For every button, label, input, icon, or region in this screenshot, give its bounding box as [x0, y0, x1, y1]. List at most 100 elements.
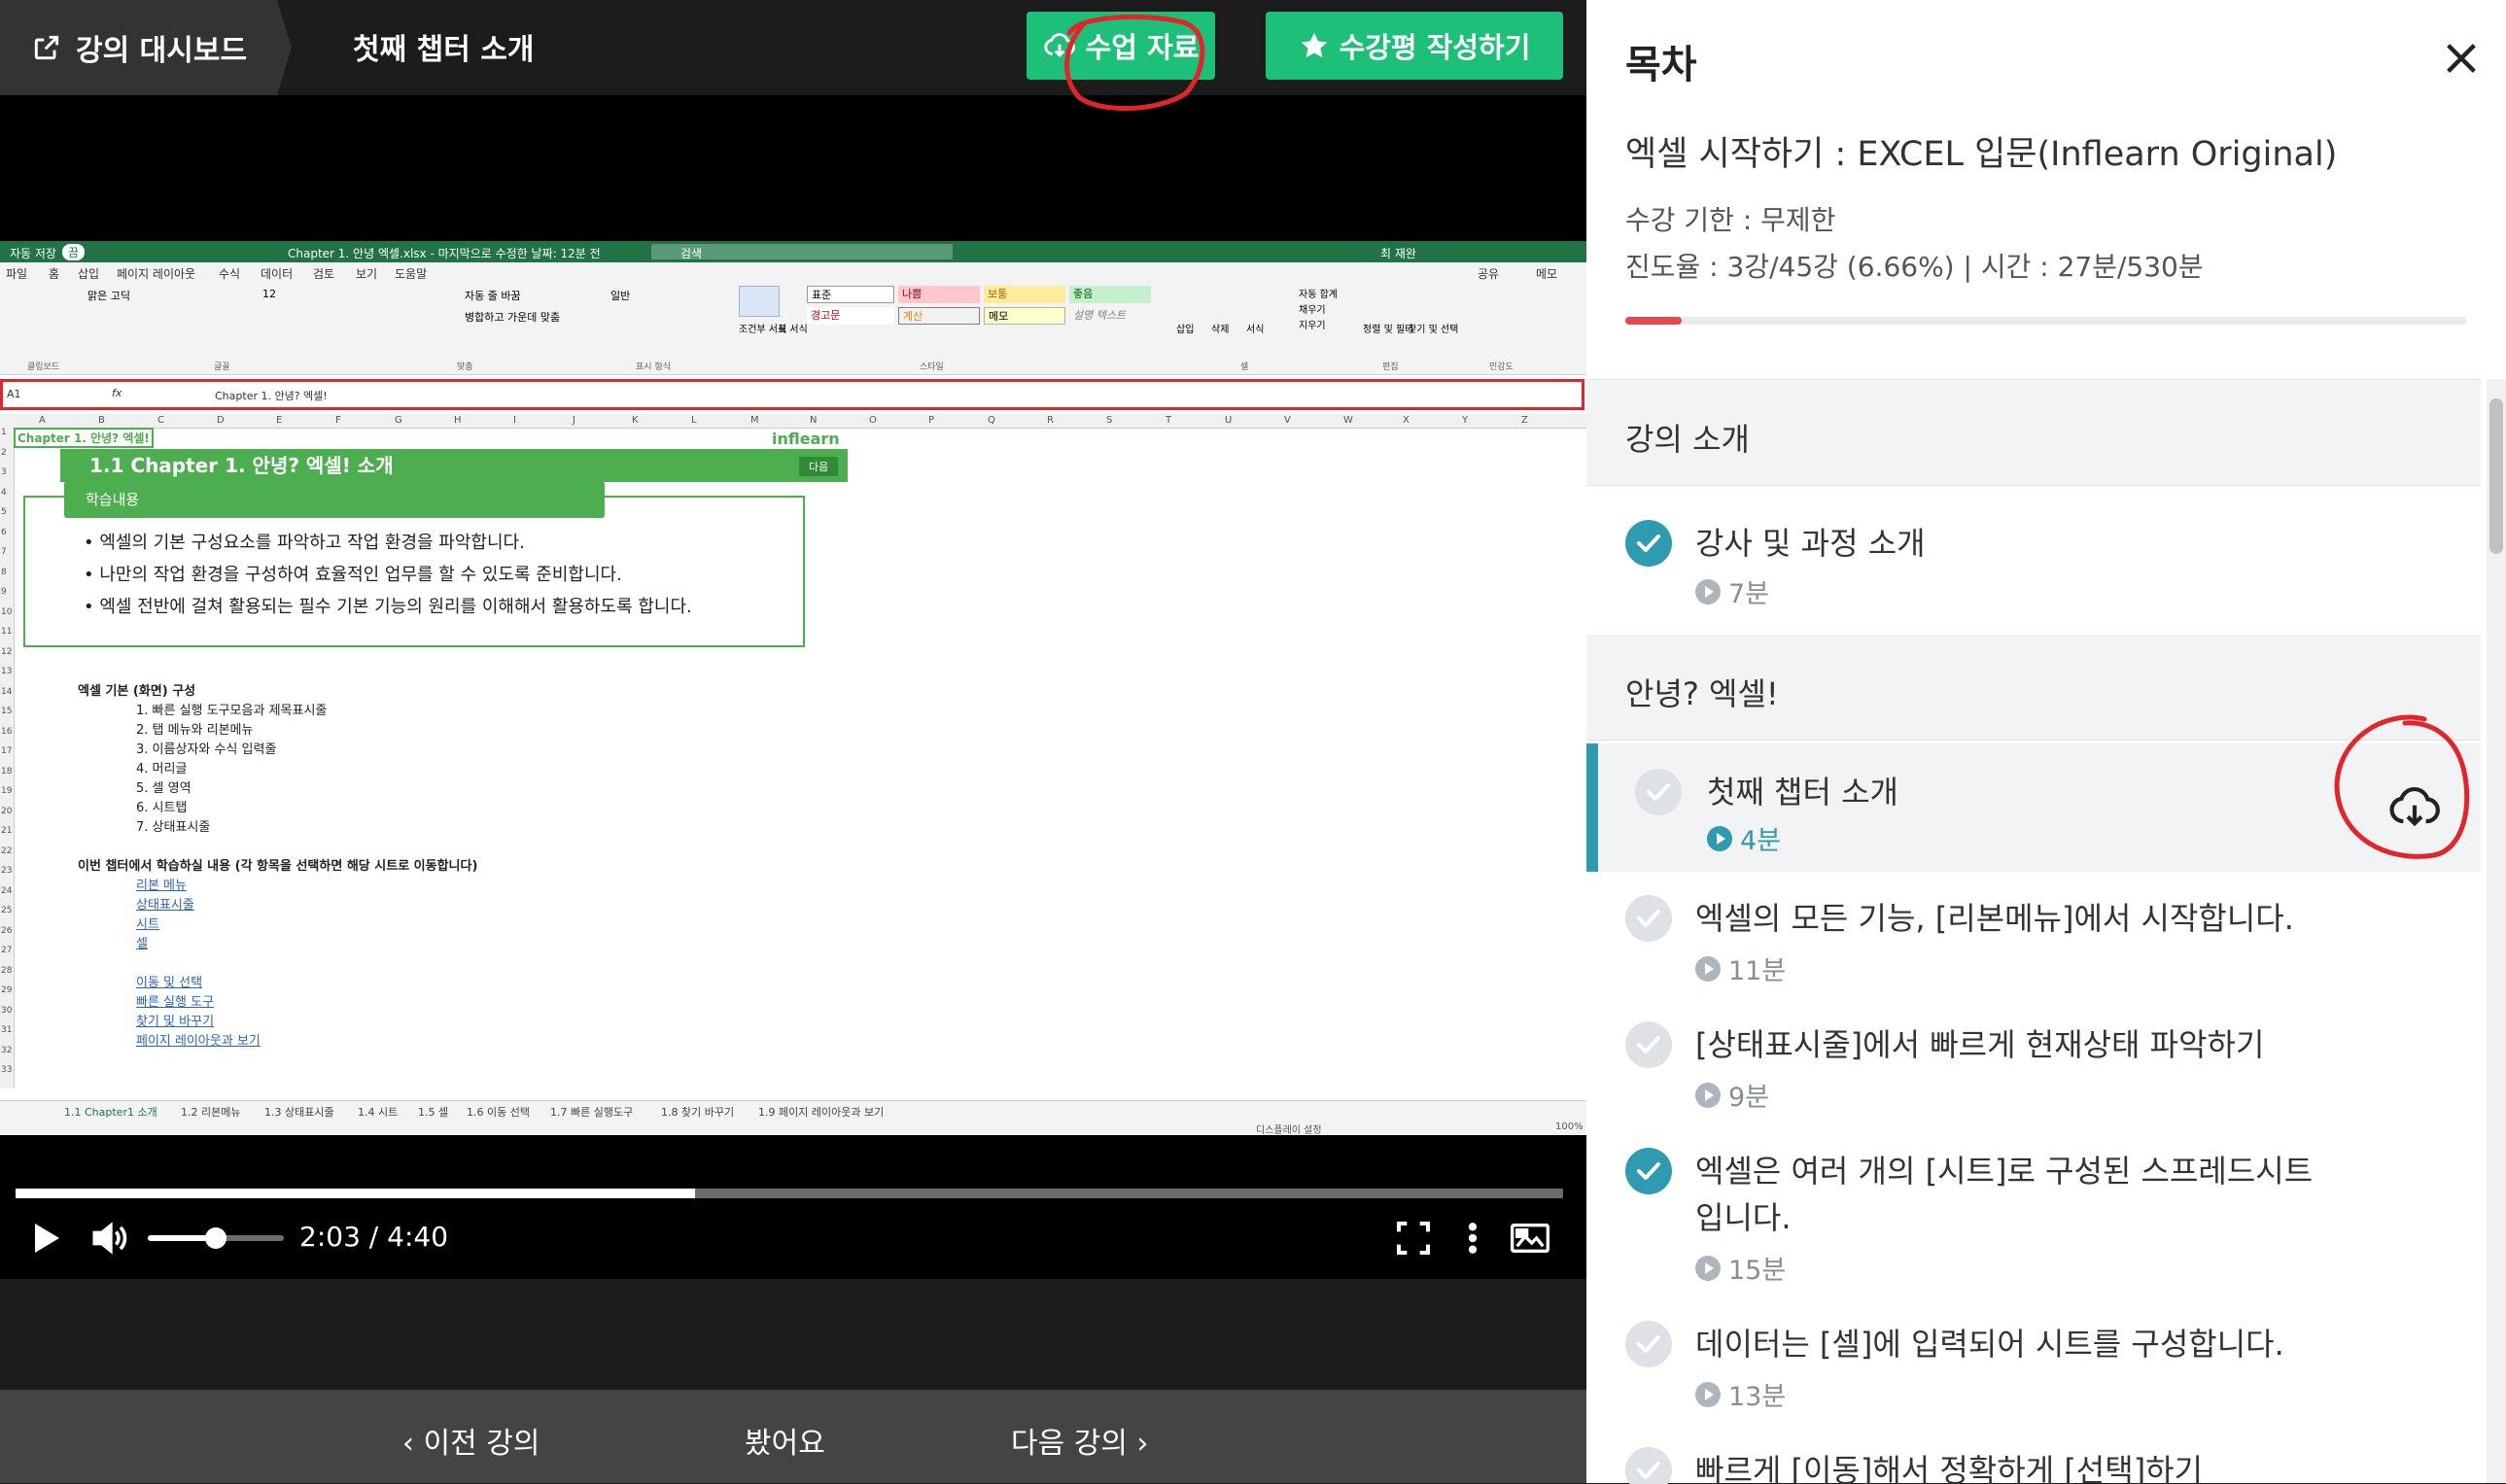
- ribbon-number-format: 일반: [610, 290, 631, 302]
- lecture-item[interactable]: 엑셀은 여러 개의 [시트]로 구성된 스프레드시트 입니다. 15분: [1586, 1124, 2481, 1297]
- dashboard-link[interactable]: 강의 대시보드: [0, 0, 292, 95]
- video-frame[interactable]: 자동 저장 끔 Chapter 1. 안녕 엑셀.xlsx - 마지막으로 수정…: [0, 95, 1586, 1279]
- excel-row-header: 7: [1, 547, 7, 557]
- panel-scrollbar[interactable]: [2487, 379, 2506, 1483]
- excel-column-header: R: [1047, 415, 1054, 426]
- ribbon-sort: 정렬 및 필터: [1363, 325, 1414, 335]
- play-circle-icon: [1695, 578, 1721, 604]
- excel-ribbon: 맑은 고딕 12 자동 줄 바꿈 병합하고 가운데 맞춤 일반 조건부 서식 표…: [0, 282, 1586, 375]
- prev-lecture-label: 이전 강의: [423, 1427, 540, 1461]
- chapter-title: 첫째 챕터 소개: [353, 33, 535, 67]
- cloud-download-icon: [1043, 33, 1075, 57]
- lecture-item[interactable]: 빠르게 [이동]해서 정확하게 [선택]하기: [1586, 1424, 2481, 1484]
- lecture-item[interactable]: 엑셀의 모든 기능, [리본메뉴]에서 시작합니다. 11분: [1586, 872, 2481, 998]
- ribbon-insert: 삽입: [1176, 325, 1195, 335]
- lecture-duration: 9분: [1695, 1076, 1769, 1114]
- excel-bullet: • 엑셀의 기본 구성요소를 파악하고 작업 환경을 파악합니다.: [84, 533, 525, 553]
- excel-row-header: 30: [1, 1005, 13, 1016]
- write-review-button[interactable]: 수강평 작성하기: [1266, 12, 1563, 80]
- excel-next-button: 다음: [799, 457, 839, 476]
- excel-item: 6. 시트탭: [136, 801, 188, 815]
- ribbon-delete: 삭제: [1211, 325, 1230, 335]
- lecture-duration: 7분: [1695, 572, 1769, 610]
- check-circle-icon: [1625, 1447, 1672, 1484]
- group-editing: 편집: [1382, 362, 1399, 372]
- section-header[interactable]: 강의 소개: [1586, 380, 2481, 486]
- excel-row-header: 18: [1, 766, 13, 777]
- excel-column-header: F: [335, 415, 341, 426]
- star-icon: [1301, 32, 1327, 58]
- excel-sheet-tabs: 1.1 Chapter1 소개 1.2 리본메뉴 1.3 상태표시줄 1.4 시…: [0, 1100, 1586, 1122]
- excel-status-bar: 디스플레이 설정 100%: [0, 1120, 1586, 1135]
- lecture-title: 강사 및 과정 소개: [1695, 525, 1926, 562]
- volume-knob[interactable]: [205, 1227, 226, 1249]
- excel-row-header: 5: [1, 507, 7, 517]
- excel-column-header: K: [632, 415, 639, 426]
- next-lecture-label: 다음 강의: [1011, 1427, 1128, 1461]
- lecture-duration-value: 9분: [1728, 1083, 1770, 1113]
- excel-bullet: • 나만의 작업 환경을 구성하여 효율적인 업무를 할 수 있도록 준비합니다…: [84, 565, 622, 585]
- next-lecture-button[interactable]: 다음 강의 ›: [1011, 1419, 1148, 1462]
- excel-item: 2. 탭 메뉴와 리본메뉴: [136, 723, 254, 738]
- check-circle-icon: [1635, 769, 1682, 815]
- lecture-duration: 11분: [1695, 949, 1786, 987]
- excel-sheet-tab: 1.7 빠른 실행도구: [550, 1106, 634, 1119]
- lecture-title-line2: 입니다.: [1695, 1199, 1792, 1236]
- download-icon[interactable]: [2387, 780, 2442, 835]
- section-header[interactable]: 안녕? 엑셀!: [1586, 635, 2481, 741]
- excel-row-header: 21: [1, 826, 13, 836]
- excel-column-header: T: [1166, 415, 1172, 426]
- ribbon-merge: 병합하고 가운데 맞춤: [465, 311, 561, 324]
- excel-column-header: P: [928, 415, 935, 426]
- excel-row-header: 4: [1, 487, 7, 498]
- panel-scroll-thumb[interactable]: [2489, 398, 2503, 554]
- more-options-icon[interactable]: [1458, 1219, 1487, 1258]
- play-icon[interactable]: [25, 1219, 64, 1258]
- style-bad: 나쁨: [898, 286, 980, 303]
- excel-autosave-toggle: 끔: [62, 244, 86, 260]
- excel-row-header: 10: [1, 606, 13, 617]
- lecture-item[interactable]: 데이터는 [셀]에 입력되어 시트를 구성합니다. 13분: [1586, 1297, 2481, 1424]
- excel-menu-view: 보기: [356, 267, 378, 281]
- volume-icon[interactable]: [87, 1217, 130, 1260]
- lecture-duration-value: 13분: [1728, 1382, 1787, 1412]
- excel-column-header: V: [1284, 415, 1291, 426]
- fullscreen-icon[interactable]: [1394, 1219, 1433, 1258]
- lecture-item[interactable]: 강사 및 과정 소개 7분: [1586, 485, 2481, 633]
- course-material-button[interactable]: 수업 자료: [1027, 12, 1215, 80]
- picture-in-picture-icon[interactable]: [1509, 1219, 1551, 1258]
- style-normal: 표준: [807, 286, 894, 303]
- volume-slider[interactable]: [148, 1227, 284, 1249]
- player-controls: 2:03 / 4:40: [0, 1205, 1586, 1273]
- excel-column-header: D: [217, 415, 225, 426]
- lecture-item[interactable]: [상태표시줄]에서 빠르게 현재상태 파악하기 9분: [1586, 998, 2481, 1124]
- group-align: 맞춤: [457, 362, 473, 372]
- excel-row-header: 16: [1, 726, 13, 737]
- play-circle-icon: [1695, 1381, 1721, 1407]
- close-icon[interactable]: [2442, 39, 2481, 78]
- panel-title: 목차: [1625, 43, 1697, 87]
- lecture-item-active[interactable]: 첫째 챕터 소개 4분: [1586, 743, 2481, 872]
- video-progress-bar[interactable]: [16, 1189, 1563, 1198]
- excel-search-label: 검색: [680, 247, 703, 260]
- check-circle-icon: [1625, 520, 1672, 567]
- excel-sheet-tab: 1.3 상태표시줄: [264, 1106, 334, 1119]
- excel-item: 4. 머리글: [136, 762, 188, 777]
- excel-column-header: Z: [1521, 415, 1528, 426]
- lecture-title: 빠르게 [이동]해서 정확하게 [선택]하기: [1695, 1452, 2204, 1484]
- excel-sheet-tab: 1.4 시트: [358, 1106, 399, 1119]
- excel-link: 리본 메뉴: [136, 879, 187, 893]
- excel-column-header: A: [39, 415, 46, 426]
- watched-button[interactable]: 봤어요: [745, 1419, 825, 1462]
- time-display: 2:03 / 4:40: [299, 1221, 448, 1253]
- check-icon: [1637, 535, 1660, 552]
- excel-section1-title: 엑셀 기본 (화면) 구성: [78, 684, 196, 699]
- prev-lecture-button[interactable]: ‹ 이전 강의: [402, 1419, 539, 1462]
- excel-column-header: I: [513, 415, 516, 426]
- excel-row-header: 24: [1, 885, 13, 896]
- group-styles: 스타일: [920, 362, 944, 372]
- excel-menu-file: 파일: [6, 267, 28, 281]
- conditional-format-icon: [739, 286, 780, 317]
- excel-item: 7. 상태표시줄: [136, 820, 211, 835]
- excel-link: 시트: [136, 917, 159, 932]
